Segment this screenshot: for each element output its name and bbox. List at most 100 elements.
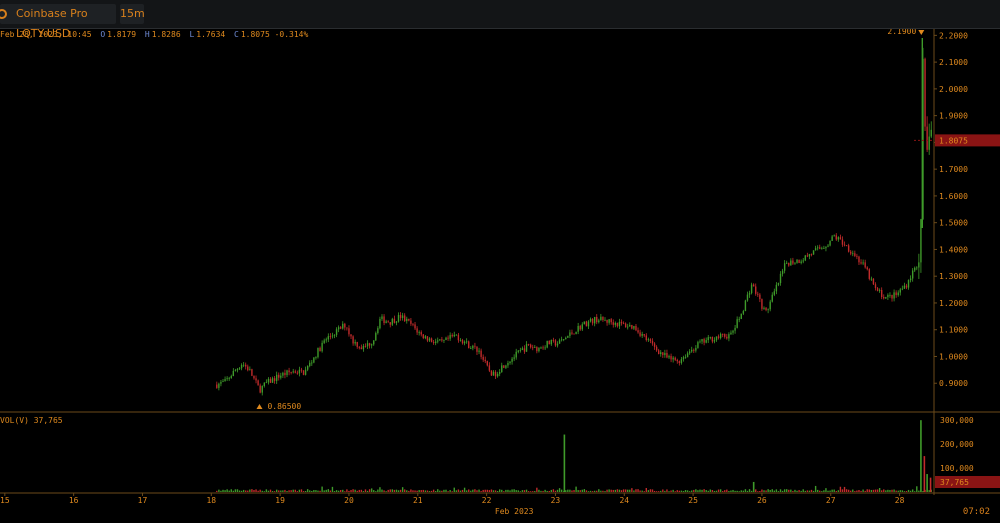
symbol-tab[interactable]: Coinbase Pro LQTY-USD: [0, 4, 116, 40]
volume-bar: [453, 487, 455, 492]
price-candle: [918, 262, 920, 268]
volume-bar: [323, 490, 325, 492]
price-candle: [583, 321, 586, 325]
price-candle: [358, 346, 360, 348]
volume-bar: [922, 490, 924, 492]
chart-canvas[interactable]: 0.9000 1.0000 1.1000 1.2000 1.3000 1.4000 1.50…: [0, 0, 1000, 523]
price-candle: [897, 292, 899, 296]
price-candle: [845, 245, 848, 247]
price-candle: [602, 316, 604, 320]
volume-bar: [916, 486, 918, 492]
price-candle: [294, 371, 296, 373]
price-candle: [461, 340, 464, 344]
volume-bar: [596, 490, 598, 492]
price-candle: [401, 315, 404, 318]
volume-bar: [238, 490, 241, 492]
volume-bar: [655, 491, 658, 492]
volume-bar: [771, 489, 773, 492]
price-candle: [810, 254, 813, 255]
price-candle: [290, 372, 292, 374]
price-candle: [478, 350, 480, 352]
price-candle: [509, 361, 511, 363]
volume-bar: [261, 490, 263, 492]
price-candle: [434, 341, 437, 343]
price-candle: [337, 327, 340, 330]
price-candle: [325, 339, 327, 341]
price-candle: [643, 334, 645, 336]
volume-bar: [614, 489, 617, 492]
volume-bar: [362, 491, 365, 492]
volume-bar: [379, 487, 381, 492]
price-candle: [532, 347, 534, 349]
volume-bar: [730, 490, 732, 492]
volume-bar: [874, 489, 877, 492]
price-candle: [333, 334, 336, 336]
volume-bar: [393, 489, 396, 492]
price-candle: [796, 259, 798, 263]
volume-bar: [439, 490, 441, 492]
volume-bar: [265, 489, 268, 492]
price-candle: [697, 342, 699, 348]
price-candle: [769, 301, 771, 310]
volume-spike-bar: [929, 477, 932, 492]
x-tick-label: 26: [757, 496, 767, 505]
interval-tab[interactable]: 15m: [120, 4, 145, 24]
volume-bar: [302, 491, 305, 492]
volume-bar: [321, 486, 323, 492]
price-candle: [788, 262, 790, 266]
price-candle: [885, 297, 887, 299]
volume-bar: [449, 490, 451, 492]
volume-bar: [847, 489, 850, 492]
volume-bar: [269, 489, 272, 492]
x-tick-label: 15: [0, 496, 10, 505]
volume-bar: [893, 489, 895, 492]
high-key: H: [144, 30, 150, 39]
price-candle: [354, 341, 356, 344]
price-candle: [821, 248, 823, 250]
price-candle: [488, 365, 491, 371]
price-candle: [907, 280, 910, 288]
price-candle: [422, 334, 424, 339]
price-candle: [847, 245, 850, 252]
volume-bar: [583, 489, 586, 492]
price-candle: [498, 371, 501, 374]
price-candle: [755, 286, 757, 294]
volume-bar: [515, 490, 517, 492]
price-candle: [306, 366, 309, 370]
price-candle: [843, 244, 846, 246]
volume-bar: [715, 490, 718, 492]
gear-icon[interactable]: [0, 9, 7, 19]
volume-bar: [641, 490, 643, 492]
volume-bar: [544, 489, 546, 492]
volume-bar: [709, 489, 712, 492]
volume-bar: [249, 489, 251, 492]
volume-bar: [664, 490, 666, 492]
price-candle: [880, 290, 883, 298]
volume-bar: [639, 490, 641, 492]
volume-bar: [622, 489, 625, 492]
price-candle: [269, 378, 272, 383]
volume-bar: [645, 488, 647, 492]
price-candle: [653, 343, 656, 347]
ohlc-legend: Feb 28, 2023, 10:45 O 1.8179 H 1.8286 L 1.7…: [0, 30, 308, 39]
price-candle: [678, 361, 681, 363]
price-candle: [823, 248, 825, 249]
price-candle: [356, 341, 358, 347]
volume-bar: [476, 490, 478, 492]
volume-bar: [472, 489, 474, 492]
volume-bar: [267, 490, 270, 492]
volume-bar: [798, 490, 800, 492]
price-candle: [691, 349, 693, 352]
price-candle: [833, 235, 835, 237]
volume-bar: [812, 490, 815, 492]
volume-bar: [909, 490, 912, 492]
y-tick-label: 2.0000: [939, 85, 968, 94]
volume-bar: [271, 491, 274, 492]
y-tick-label: 1.9000: [939, 112, 968, 121]
volume-bar: [538, 489, 540, 492]
volume-bar: [914, 491, 916, 492]
price-candle: [827, 245, 829, 247]
volume-bar: [666, 489, 668, 492]
volume-bar: [810, 489, 813, 492]
price-candle: [247, 366, 249, 371]
